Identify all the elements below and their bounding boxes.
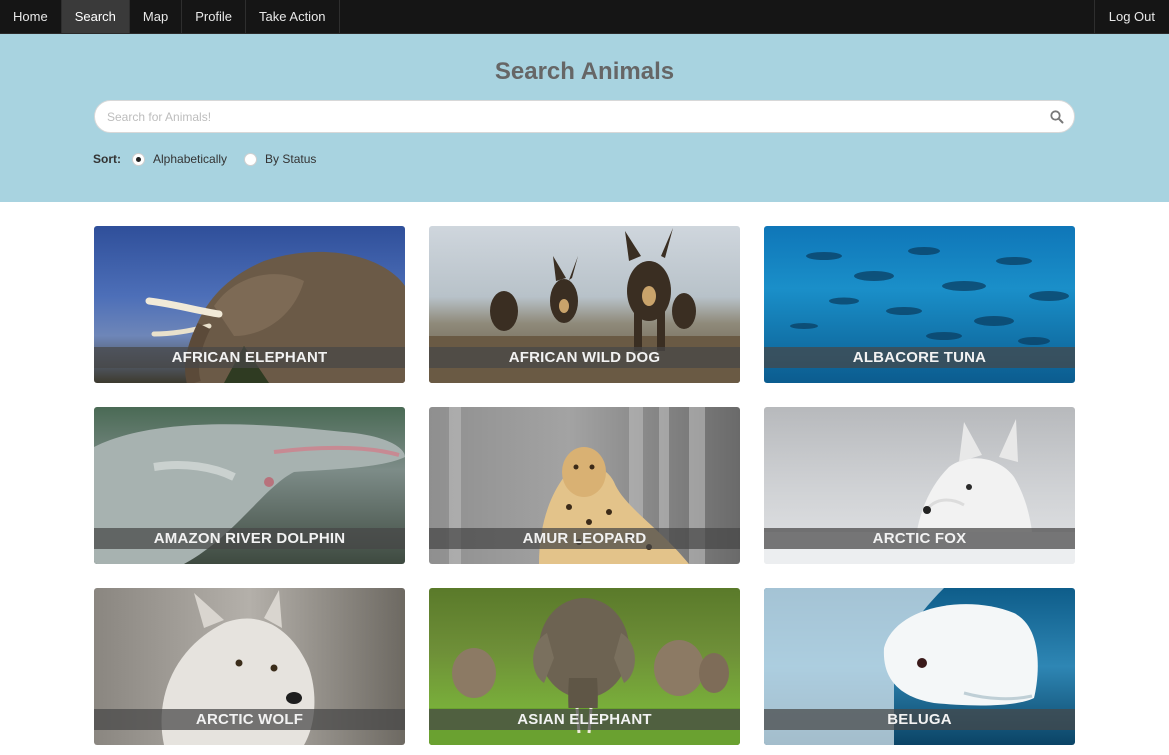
nav-profile[interactable]: Profile [182,0,247,33]
search-input[interactable] [107,101,1037,132]
search-hero: Search Animals Sort: Alphabetically By S… [0,34,1169,202]
nav-map[interactable]: Map [130,0,183,33]
animal-grid: AFRICAN ELEPHANT AFRICAN WILD DOG ALBACO… [94,226,1076,745]
animal-card-asian-elephant[interactable]: ASIAN ELEPHANT [429,588,740,745]
animal-name: AMUR LEOPARD [429,528,740,549]
animal-card-amur-leopard[interactable]: AMUR LEOPARD [429,407,740,564]
animal-card-african-elephant[interactable]: AFRICAN ELEPHANT [94,226,405,383]
animal-card-amazon-river-dolphin[interactable]: AMAZON RIVER DOLPHIN [94,407,405,564]
animal-card-african-wild-dog[interactable]: AFRICAN WILD DOG [429,226,740,383]
animal-name: ARCTIC FOX [764,528,1075,549]
animal-card-albacore-tuna[interactable]: ALBACORE TUNA [764,226,1075,383]
sort-label: Sort: [93,152,121,166]
search-bar [94,100,1075,133]
animal-name: AFRICAN ELEPHANT [94,347,405,368]
sort-alpha-radio[interactable] [132,152,145,166]
page-title: Search Animals [494,58,675,85]
sort-alpha-label[interactable]: Alphabetically [153,152,227,166]
animal-name: ALBACORE TUNA [764,347,1075,368]
search-icon[interactable] [1049,109,1065,125]
animal-card-arctic-fox[interactable]: ARCTIC FOX [764,407,1075,564]
sort-status-label[interactable]: By Status [265,152,316,166]
animal-card-beluga[interactable]: BELUGA [764,588,1075,745]
animal-name: AMAZON RIVER DOLPHIN [94,528,405,549]
logout-button[interactable]: Log Out [1093,0,1169,33]
animal-card-arctic-wolf[interactable]: ARCTIC WOLF [94,588,405,745]
top-navbar: Home Search Map Profile Take Action Log … [0,0,1169,34]
sort-controls: Sort: Alphabetically By Status [93,150,333,168]
nav-search[interactable]: Search [61,0,130,33]
animal-name: AFRICAN WILD DOG [429,347,740,368]
animal-name: BELUGA [764,709,1075,730]
sort-status-radio[interactable] [244,152,258,166]
animal-name: ARCTIC WOLF [94,709,405,730]
animal-name: ASIAN ELEPHANT [429,709,740,730]
nav-take-action[interactable]: Take Action [246,0,340,33]
nav-home[interactable]: Home [0,0,62,33]
